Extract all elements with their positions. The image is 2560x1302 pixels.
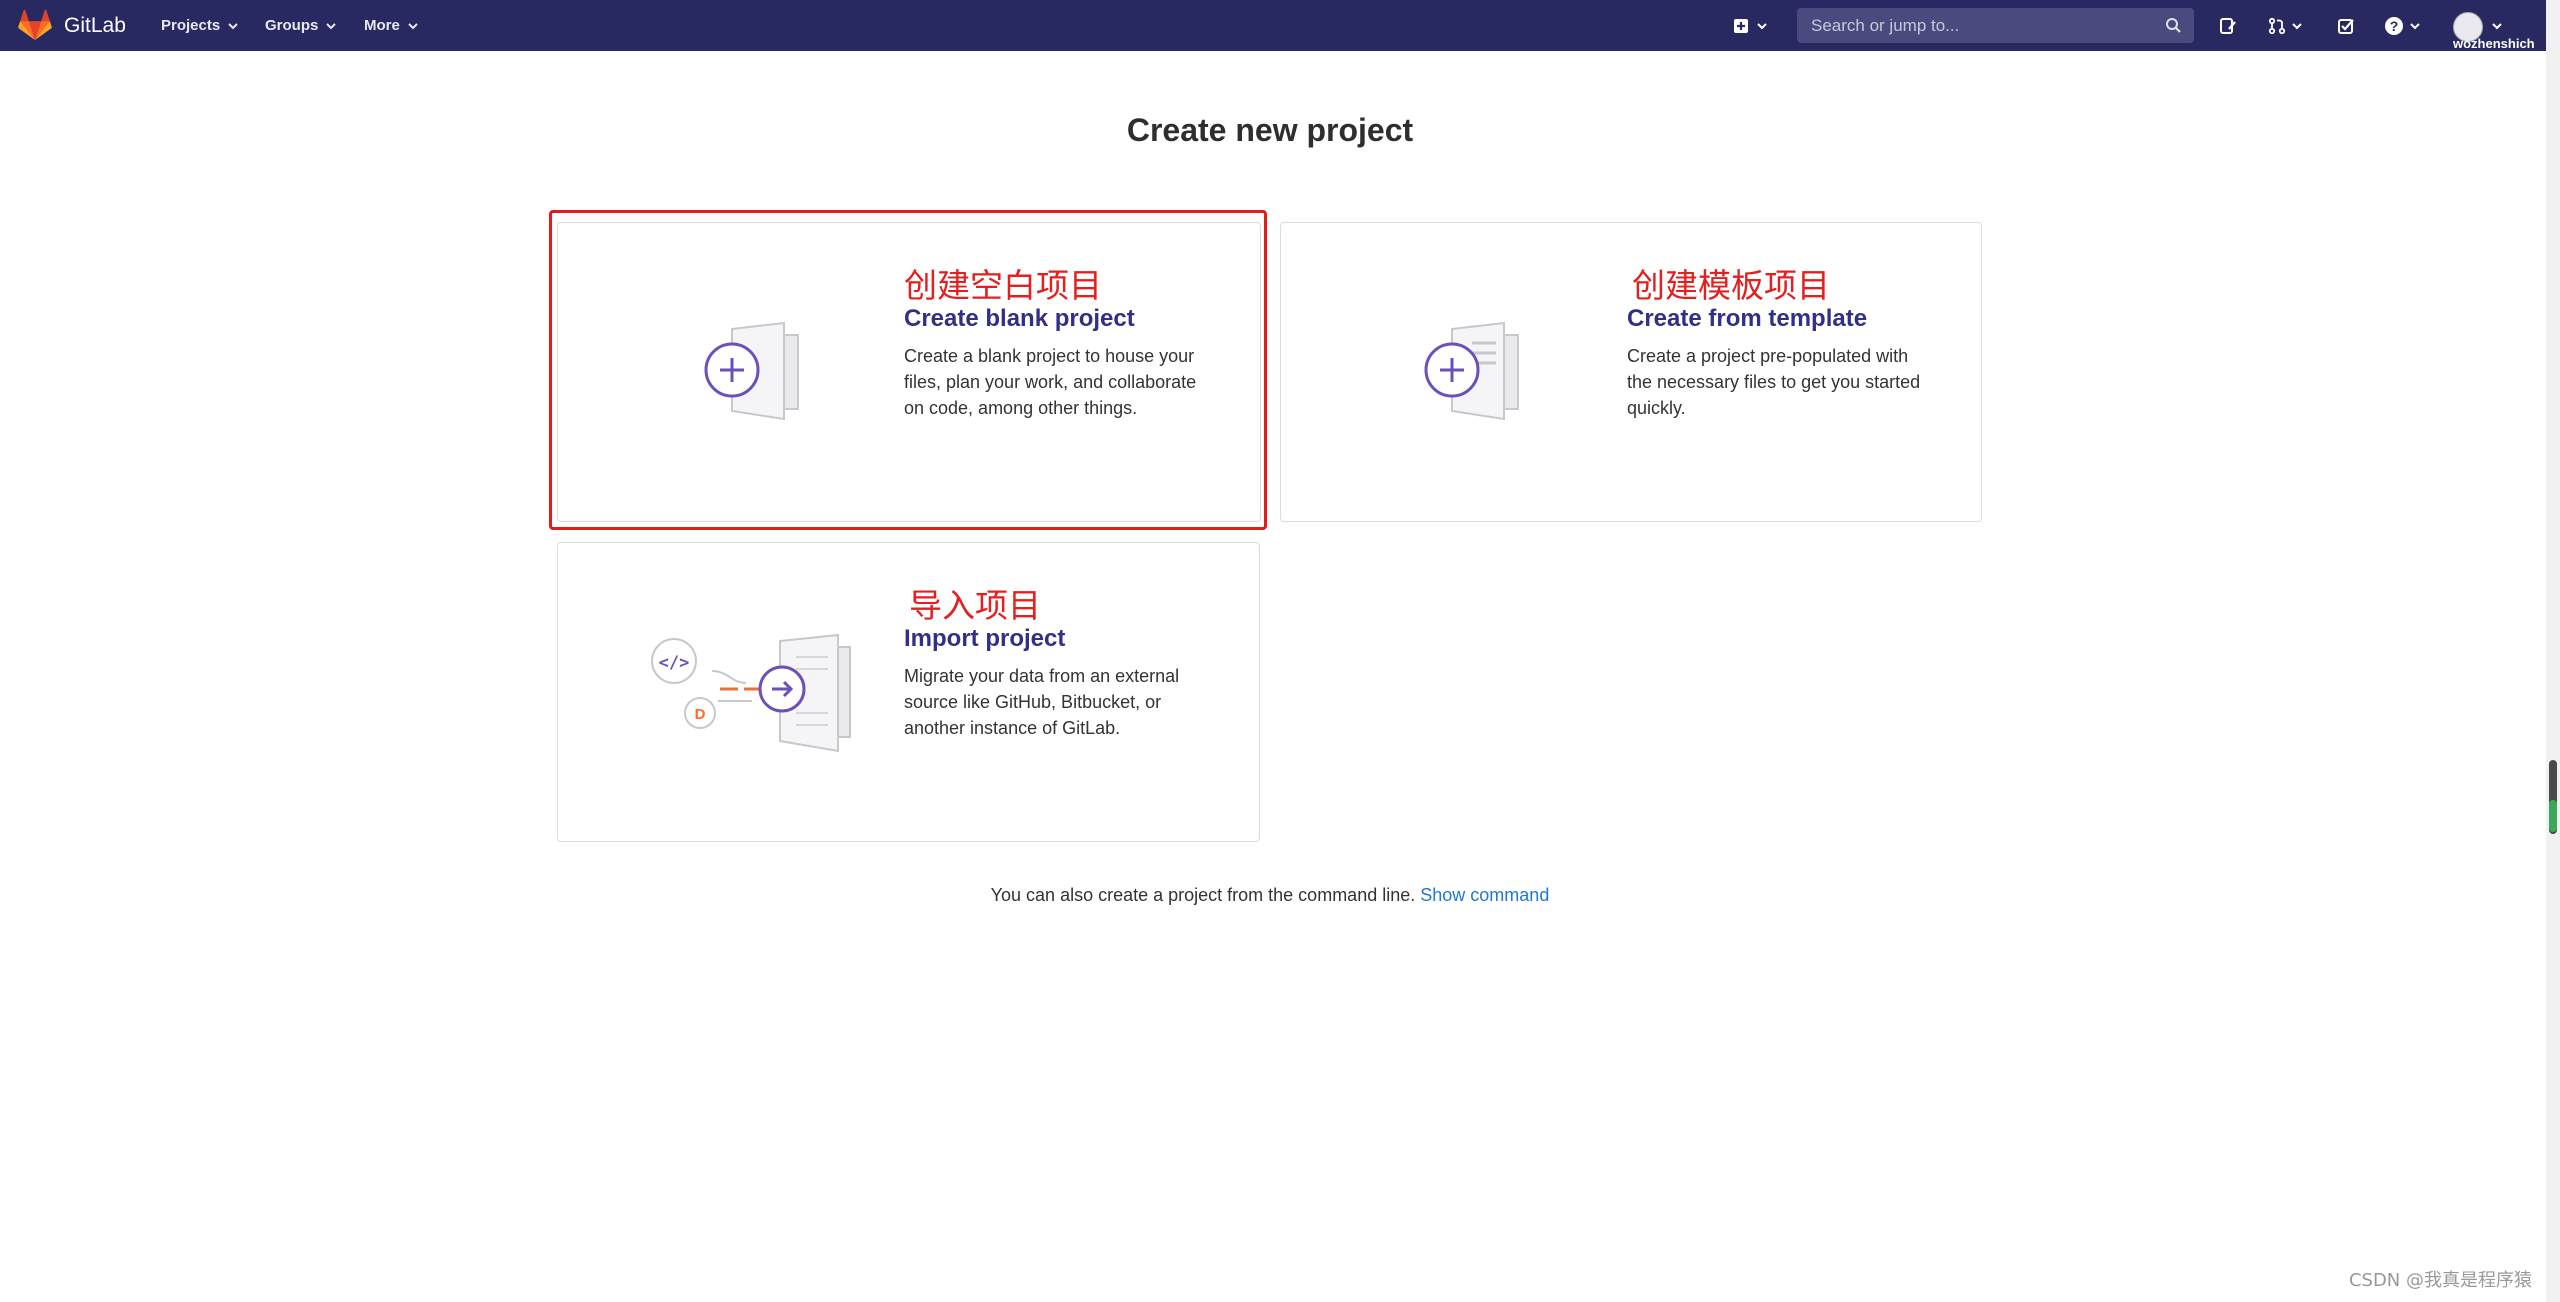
gitlab-logo[interactable]: GitLab [18, 10, 126, 41]
nav-more[interactable]: More [364, 0, 418, 51]
import-title[interactable]: Import project [904, 625, 1065, 653]
search-input[interactable] [1809, 14, 2153, 37]
show-command-link[interactable]: Show command [1420, 885, 1549, 905]
chevron-down-icon [1757, 22, 1767, 29]
nav-projects[interactable]: Projects [161, 0, 238, 51]
brand-name: GitLab [64, 13, 126, 37]
page-title: Create new project [1126, 112, 1414, 148]
new-item-dropdown[interactable] [1728, 0, 1772, 51]
issues-icon [2220, 17, 2236, 34]
chevron-down-icon [408, 22, 418, 29]
blank-project-illustration-icon [704, 321, 799, 421]
svg-text:</>: </> [659, 653, 690, 673]
import-illustration-icon: </> D [651, 633, 851, 753]
scrollbar-indicator [2549, 800, 2557, 832]
chevron-down-icon [2292, 22, 2302, 29]
command-line-hint: You can also create a project from the c… [0, 885, 2540, 906]
chevron-down-icon [2410, 22, 2420, 29]
issues-link[interactable] [2212, 0, 2244, 51]
create-blank-project-panel[interactable]: 创建空白项目 Create blank project Create a bla… [557, 222, 1261, 522]
blank-project-annotation: 创建空白项目 [904, 266, 1102, 305]
gitlab-tanuki-icon [18, 10, 52, 41]
nav-groups-label: Groups [265, 17, 319, 34]
template-annotation: 创建模板项目 [1632, 266, 1830, 305]
search-icon [2166, 18, 2181, 33]
blank-project-description: Create a blank project to house your fil… [904, 346, 1197, 418]
import-project-panel[interactable]: </> D 导入项目 Import project Migrate your d… [557, 542, 1260, 842]
new-plus-icon [1734, 18, 1748, 33]
top-navbar: GitLab Projects Groups More Search or ju… [0, 0, 2546, 51]
import-annotation: 导入项目 [909, 586, 1041, 625]
watermark: CSDN @我真是程序猿 [2348, 1270, 2532, 1291]
blank-project-title[interactable]: Create blank project [904, 305, 1135, 333]
username: wozhenshich [2453, 36, 2535, 51]
template-title[interactable]: Create from template [1627, 305, 1867, 333]
svg-text:D: D [695, 706, 706, 723]
create-from-template-panel[interactable]: 创建模板项目 Create from template Create a pro… [1280, 222, 1982, 522]
chevron-down-icon [326, 22, 337, 29]
merge-request-icon [2268, 17, 2286, 34]
chevron-down-icon [228, 22, 238, 29]
command-line-text: You can also create a project from the c… [990, 885, 1416, 905]
nav-more-label: More [364, 17, 400, 34]
help-icon: ? [2385, 16, 2403, 35]
nav-groups[interactable]: Groups [265, 0, 337, 51]
help-dropdown[interactable]: ? [2378, 0, 2426, 51]
template-illustration-icon [1424, 321, 1519, 421]
merge-requests-dropdown[interactable] [2262, 0, 2308, 51]
search-box[interactable] [1797, 8, 2194, 43]
import-description: Migrate your data from an external sourc… [904, 666, 1180, 738]
template-description: Create a project pre-populated with the … [1627, 346, 1921, 418]
chevron-down-icon[interactable] [2492, 21, 2502, 31]
svg-text:?: ? [2390, 18, 2399, 34]
todo-icon [2338, 18, 2354, 34]
page-scrollbar[interactable] [2546, 0, 2560, 1302]
todos-link[interactable] [2330, 0, 2362, 51]
nav-projects-label: Projects [161, 17, 221, 34]
